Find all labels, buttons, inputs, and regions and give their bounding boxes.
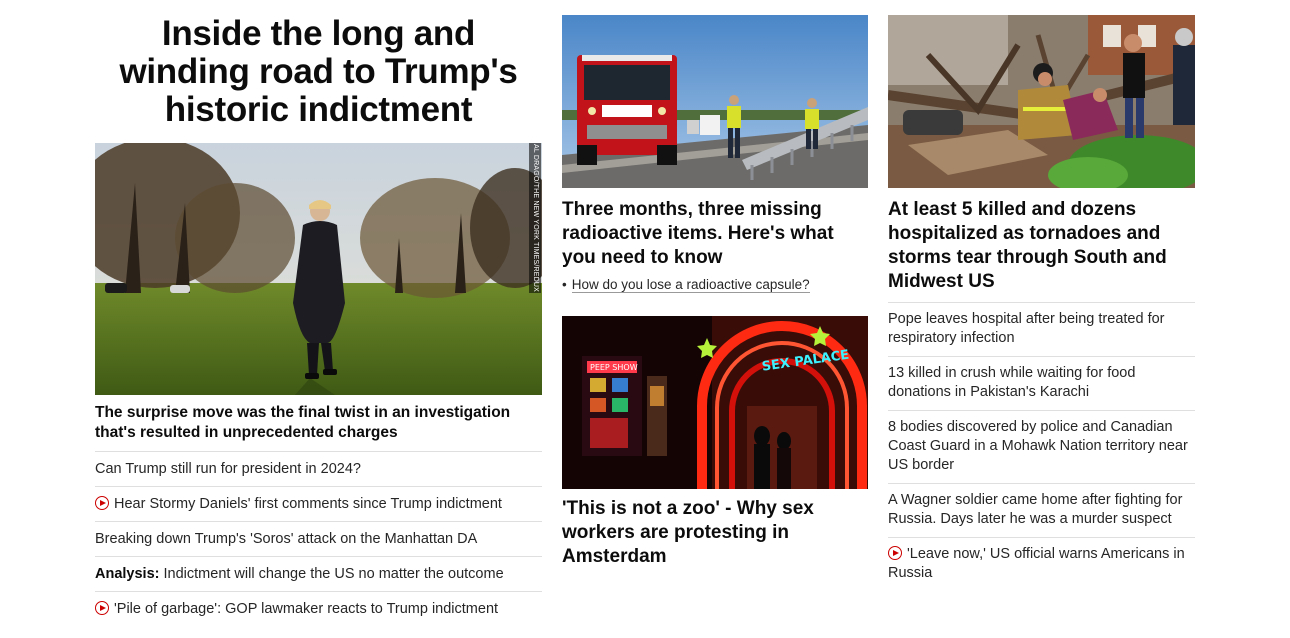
link-text[interactable]: 'Leave now,' US official warns Americans… (888, 546, 1185, 581)
right-story-column: At least 5 killed and dozens hospitalize… (888, 0, 1195, 591)
list-item[interactable]: Can Trump still run for president in 202… (95, 452, 542, 487)
tornado-headline[interactable]: At least 5 killed and dozens hospitalize… (888, 198, 1195, 294)
lead-headline[interactable]: Inside the long and winding road to Trum… (95, 15, 542, 129)
list-item[interactable]: 13 killed in crush while waiting for foo… (888, 357, 1195, 411)
amsterdam-headline[interactable]: 'This is not a zoo' - Why sex workers ar… (562, 497, 868, 569)
link-text[interactable]: 8 bodies discovered by police and Canadi… (888, 419, 1188, 473)
play-video-icon (888, 546, 902, 560)
amsterdam-image[interactable]: SEX PALACE PEEP SHOW (562, 316, 868, 489)
right-related-links: Pope leaves hospital after being treated… (888, 302, 1195, 591)
list-item[interactable]: 8 bodies discovered by police and Canadi… (888, 411, 1195, 484)
lead-subheadline[interactable]: The surprise move was the final twist in… (95, 403, 542, 452)
list-item[interactable]: 'Leave now,' US official warns Americans… (888, 538, 1195, 591)
list-item[interactable]: Hear Stormy Daniels' first comments sinc… (95, 487, 542, 522)
link-text[interactable]: A Wagner soldier came home after fightin… (888, 492, 1182, 527)
link-text[interactable]: 'Pile of garbage': GOP lawmaker reacts t… (114, 601, 498, 617)
list-item[interactable]: Pope leaves hospital after being treated… (888, 303, 1195, 357)
middle-story-column: Three months, three missing radioactive … (562, 0, 868, 569)
list-item[interactable]: Breaking down Trump's 'Soros' attack on … (95, 522, 542, 557)
list-item[interactable]: 'Pile of garbage': GOP lawmaker reacts t… (95, 592, 542, 626)
link-text[interactable]: Hear Stormy Daniels' first comments sinc… (114, 496, 502, 512)
lead-story-image[interactable]: AL DRAGO/THE NEW YORK TIMES/REDUX (95, 143, 542, 395)
photo-credit: AL DRAGO/THE NEW YORK TIMES/REDUX (529, 143, 541, 293)
link-text[interactable]: Breaking down Trump's 'Soros' attack on … (95, 531, 477, 547)
peep-show-sign: PEEP SHOW (590, 363, 638, 372)
play-video-icon (95, 601, 109, 615)
bullet-icon: • (562, 277, 567, 292)
analysis-label: Analysis: (95, 566, 160, 582)
related-link-text[interactable]: How do you lose a radioactive capsule? (571, 277, 810, 293)
list-item[interactable]: Analysis: Indictment will change the US … (95, 557, 542, 592)
play-video-icon (95, 496, 109, 510)
lead-story-column: Inside the long and winding road to Trum… (95, 0, 542, 626)
list-item[interactable]: A Wagner soldier came home after fightin… (888, 484, 1195, 538)
link-text[interactable]: 13 killed in crush while waiting for foo… (888, 365, 1135, 400)
tornado-rescue-image[interactable] (888, 15, 1195, 188)
link-text[interactable]: Indictment will change the US no matter … (164, 566, 504, 582)
radioactive-headline[interactable]: Three months, three missing radioactive … (562, 198, 868, 270)
lead-related-links: Can Trump still run for president in 202… (95, 452, 542, 626)
related-link[interactable]: • How do you lose a radioactive capsule? (562, 276, 868, 294)
fire-truck-image[interactable] (562, 15, 868, 188)
link-text[interactable]: Pope leaves hospital after being treated… (888, 311, 1164, 346)
link-text[interactable]: Can Trump still run for president in 202… (95, 461, 361, 477)
